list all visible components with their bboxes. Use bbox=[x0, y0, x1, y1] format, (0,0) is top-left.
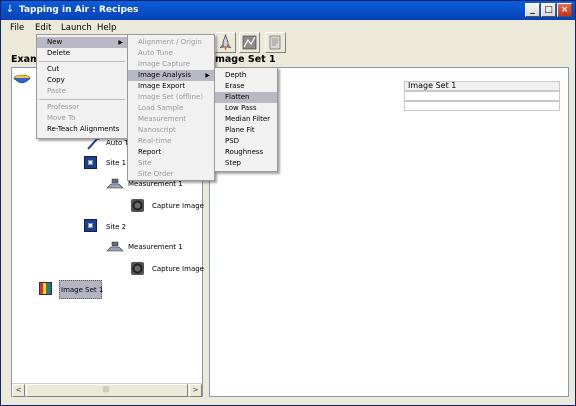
menu-item-image-analysis[interactable]: Image Analysis ▶ bbox=[128, 70, 214, 81]
menu-item-load-sample: Load Sample bbox=[138, 104, 184, 112]
menu-item-paste: Paste bbox=[47, 87, 66, 95]
measurement-icon bbox=[106, 177, 124, 191]
chart-icon bbox=[242, 35, 257, 50]
tree-horizontal-scrollbar[interactable]: < ||| > bbox=[12, 383, 202, 397]
window-title: Tapping in Air : Recipes bbox=[19, 5, 139, 15]
tree-item-measurement-1b[interactable]: Measurement 1 bbox=[128, 243, 183, 252]
grid-row[interactable] bbox=[404, 91, 560, 101]
minimize-button[interactable]: _ bbox=[525, 3, 540, 17]
app-window: ↓ Tapping in Air : Recipes _ □ × File Ed… bbox=[0, 0, 576, 406]
site-icon: ▣ bbox=[84, 219, 97, 232]
app-icon: ↓ bbox=[5, 4, 15, 15]
menu-item-psd[interactable]: PSD bbox=[215, 136, 239, 147]
menu-item-site-order: Site Order bbox=[138, 170, 174, 178]
tree-item-measurement-1[interactable]: Measurement 1 bbox=[128, 180, 183, 189]
grid-header: Image Set 1 bbox=[404, 81, 560, 91]
measurement-icon bbox=[106, 240, 124, 254]
tree-item-auto-tune[interactable]: Auto T bbox=[106, 139, 129, 148]
document-icon bbox=[269, 35, 281, 50]
camera-icon bbox=[131, 262, 144, 275]
menu-item-nanoscript: Nanoscript bbox=[138, 126, 176, 134]
menu-item-image-set-offline: Image Set (offline) bbox=[138, 93, 204, 101]
menu-help[interactable]: Help bbox=[97, 23, 116, 33]
menu-item-auto-tune: Auto Tune bbox=[138, 49, 173, 57]
menu-item-move-to: Move To bbox=[47, 114, 76, 122]
menu-item-site: Site bbox=[138, 159, 152, 167]
scroll-left-button[interactable]: < bbox=[12, 384, 25, 397]
menu-edit[interactable]: Edit bbox=[35, 23, 51, 33]
report-icon-button[interactable] bbox=[239, 32, 260, 53]
menu-item-flatten[interactable]: Flatten bbox=[215, 92, 277, 103]
tree-item-image-set-1[interactable]: Image Set 1 bbox=[61, 286, 103, 295]
title-bar: ↓ Tapping in Air : Recipes _ □ × bbox=[1, 1, 575, 20]
close-button[interactable]: × bbox=[557, 3, 572, 17]
menu-item-image-export[interactable]: Image Export bbox=[128, 81, 185, 92]
menu-item-depth[interactable]: Depth bbox=[215, 70, 246, 81]
menu-item-plane-fit[interactable]: Plane Fit bbox=[215, 125, 255, 136]
menu-item-cut[interactable]: Cut bbox=[37, 64, 59, 75]
tree-item-site-1[interactable]: Site 1 bbox=[106, 159, 126, 168]
menu-item-erase[interactable]: Erase bbox=[215, 81, 245, 92]
menu-item-measurement: Measurement bbox=[138, 115, 187, 123]
scroll-right-button[interactable]: > bbox=[189, 384, 202, 397]
bowl-icon bbox=[13, 72, 31, 86]
menu-launch[interactable]: Launch bbox=[61, 23, 92, 33]
scroll-thumb[interactable]: ||| bbox=[26, 384, 188, 397]
maximize-button[interactable]: □ bbox=[541, 3, 556, 17]
image-analysis-submenu: Depth Erase Flatten Low Pass Median Filt… bbox=[214, 67, 278, 172]
menu-item-delete[interactable]: Delete bbox=[37, 48, 70, 59]
submenu-arrow-icon: ▶ bbox=[205, 72, 210, 79]
menu-item-median-filter[interactable]: Median Filter bbox=[215, 114, 270, 125]
right-panel-title: mage Set 1 bbox=[215, 54, 276, 65]
menu-item-step[interactable]: Step bbox=[215, 158, 241, 169]
tree-item-capture-image-b[interactable]: Capture Image bbox=[152, 265, 204, 274]
menu-item-new[interactable]: New ▶ bbox=[37, 37, 127, 48]
export-icon-button[interactable] bbox=[265, 32, 286, 53]
launch-icon-button[interactable] bbox=[215, 32, 236, 53]
menu-item-professor: Professor bbox=[47, 103, 80, 111]
rocket-icon bbox=[219, 33, 232, 51]
menu-file[interactable]: File bbox=[10, 23, 24, 33]
menu-item-alignment-origin: Alignment / Origin bbox=[138, 38, 202, 46]
menu-item-low-pass[interactable]: Low Pass bbox=[215, 103, 257, 114]
new-submenu: Alignment / Origin Auto Tune Image Captu… bbox=[127, 34, 215, 181]
edit-menu: New ▶ Delete Cut Copy Paste Professor Mov… bbox=[36, 34, 128, 139]
menu-separator bbox=[39, 61, 125, 62]
tree-item-site-2[interactable]: Site 2 bbox=[106, 223, 126, 232]
camera-icon bbox=[131, 199, 144, 212]
menu-item-image-capture: Image Capture bbox=[138, 60, 190, 68]
image-set-icon bbox=[39, 282, 52, 295]
menu-item-re-teach-alignments[interactable]: Re-Teach Alignments bbox=[37, 124, 119, 135]
menu-separator bbox=[39, 99, 125, 100]
menu-item-copy[interactable]: Copy bbox=[37, 75, 65, 86]
site-icon: ▣ bbox=[84, 156, 97, 169]
menu-item-real-time: Real-time bbox=[138, 137, 172, 145]
menu-item-report[interactable]: Report bbox=[128, 147, 161, 158]
grid-row[interactable] bbox=[404, 101, 560, 111]
submenu-arrow-icon: ▶ bbox=[118, 39, 123, 46]
tree-item-capture-image[interactable]: Capture Image bbox=[152, 202, 204, 211]
menu-item-roughness[interactable]: Roughness bbox=[215, 147, 263, 158]
